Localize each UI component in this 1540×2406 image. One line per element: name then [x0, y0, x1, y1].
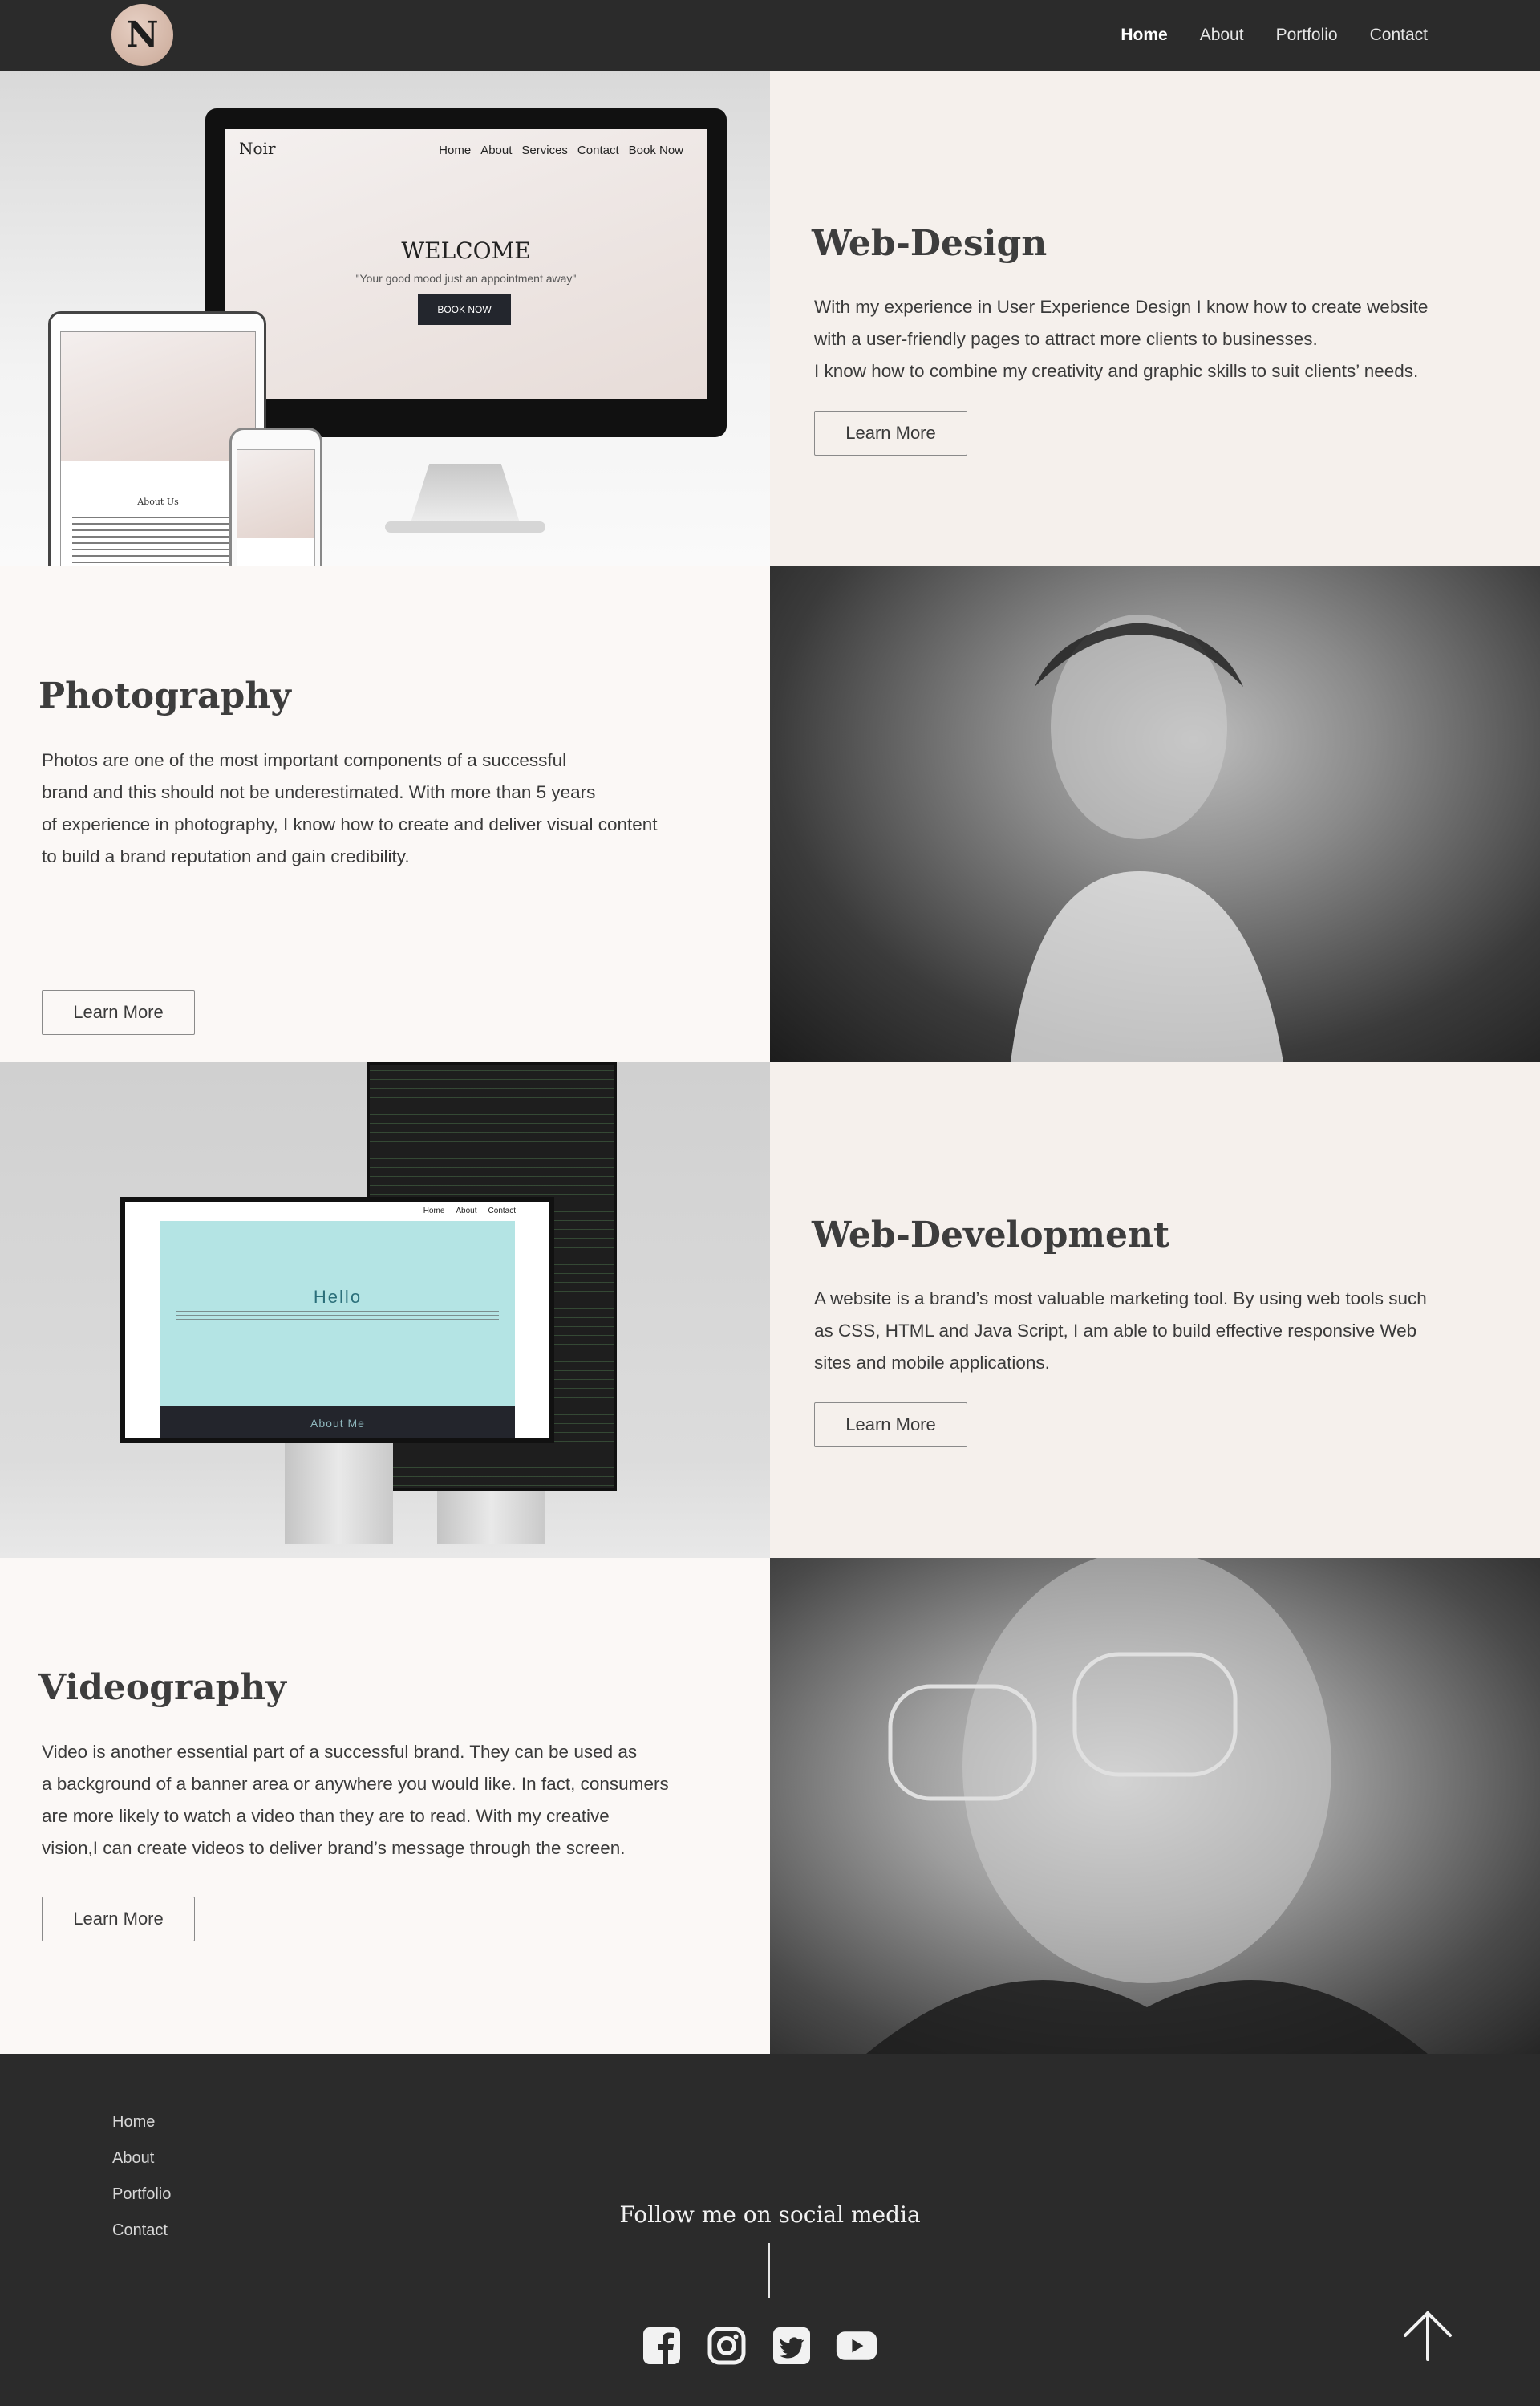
mockup-nav-item: Home	[439, 144, 472, 157]
mockup-nav-item: About	[480, 144, 513, 157]
nav-links: Home About Portfolio Contact	[1121, 0, 1428, 71]
mockup-about: About Me	[310, 1417, 365, 1430]
learn-more-button[interactable]: Learn More	[814, 1402, 967, 1447]
section-title: Web-Development	[812, 1215, 1170, 1256]
footer-about-link[interactable]: About	[112, 2148, 171, 2169]
follow-heading: Follow me on social media	[619, 2201, 921, 2228]
monitor-stand	[285, 1443, 393, 1544]
mockup-brand: Noir	[239, 139, 276, 158]
section-body: With my experience in User Experience De…	[814, 297, 1429, 381]
tablet-about: About Us	[137, 497, 179, 507]
facebook-icon[interactable]	[640, 2324, 683, 2367]
imac-stand	[409, 464, 521, 528]
section-title: Web-Design	[812, 223, 1048, 264]
portrait-photo-woman-headpiece	[770, 566, 1540, 1062]
logo-letter: N	[126, 14, 159, 55]
back-to-top-arrow-icon[interactable]	[1399, 2307, 1457, 2364]
mockup-nav-item: About	[456, 1207, 477, 1215]
mockup-hero: Hello	[160, 1221, 515, 1406]
imac-mockup: Noir Home About Services Contact Book No…	[205, 108, 727, 437]
mockup-welcome: WELCOME	[401, 237, 531, 264]
footer-home-link[interactable]: Home	[112, 2112, 171, 2132]
tablet-screen: About Us	[60, 331, 256, 566]
section-body: A website is a brand’s most valuable mar…	[814, 1288, 1427, 1373]
logo[interactable]: N	[111, 4, 173, 66]
social-icons	[640, 2324, 878, 2367]
videography-content: Videography Video is another essential p…	[0, 1558, 770, 2054]
front-monitor-screen: Home About Contact Hello About Me	[125, 1202, 549, 1438]
mockup-book-button: BOOK NOW	[418, 294, 511, 325]
youtube-icon[interactable]	[835, 2324, 878, 2367]
imac-base	[385, 521, 545, 533]
learn-more-button[interactable]: Learn More	[42, 990, 195, 1035]
videography-section: Videography Video is another essential p…	[0, 1558, 1540, 2054]
web-design-section: Noir Home About Services Contact Book No…	[0, 71, 1540, 566]
mockup-hello: Hello	[313, 1287, 363, 1307]
tablet-text-lines	[72, 517, 244, 566]
nav-contact-link[interactable]: Contact	[1370, 26, 1428, 45]
web-design-content: Web-Design With my experience in User Ex…	[770, 71, 1540, 566]
mockup-nav: Home About Services Contact Book Now	[439, 144, 683, 157]
mockup-about-strip: About Me	[160, 1406, 515, 1438]
portrait-silhouette	[1011, 615, 1283, 1062]
photography-section: Photography Photos are one of the most i…	[0, 566, 1540, 1062]
top-navbar: N Home About Portfolio Contact	[0, 0, 1540, 71]
section-title: Videography	[38, 1667, 286, 1708]
nav-about-link[interactable]: About	[1200, 26, 1244, 45]
mockup-nav-item: Book Now	[628, 144, 683, 157]
section-body: Photos are one of the most important com…	[42, 750, 658, 866]
imac-screen: Noir Home About Services Contact Book No…	[225, 129, 707, 399]
portrait-silhouette	[866, 1558, 1428, 2054]
dual-monitor-mockup-image: Home About Contact Hello About Me	[0, 1062, 770, 1558]
monitor-stand	[437, 1491, 545, 1544]
mockup-nav-item: Contact	[577, 144, 619, 157]
mockup-tagline: "Your good mood just an appointment away…	[355, 272, 577, 285]
learn-more-button[interactable]: Learn More	[814, 411, 967, 456]
nav-portfolio-link[interactable]: Portfolio	[1276, 26, 1338, 45]
web-development-content: Web-Development A website is a brand’s m…	[770, 1062, 1540, 1558]
mockup-nav: Home About Contact	[424, 1207, 516, 1215]
mockup-nav-item: Services	[521, 144, 568, 157]
devices-mockup-image: Noir Home About Services Contact Book No…	[0, 71, 770, 566]
tablet-hero	[61, 332, 255, 461]
phone-mockup	[229, 428, 322, 566]
photography-content: Photography Photos are one of the most i…	[0, 566, 770, 1062]
learn-more-button[interactable]: Learn More	[42, 1897, 195, 1941]
divider-line	[768, 2243, 770, 2298]
phone-hero	[237, 450, 314, 538]
web-development-section: Home About Contact Hello About Me Web-De…	[0, 1062, 1540, 1558]
instagram-icon[interactable]	[705, 2324, 748, 2367]
phone-screen	[237, 449, 315, 566]
section-title: Photography	[38, 676, 291, 716]
footer: Home About Portfolio Contact Follow me o…	[0, 2055, 1540, 2406]
twitter-icon[interactable]	[770, 2324, 813, 2367]
mockup-nav-item: Home	[423, 1207, 445, 1215]
mockup-text-lines	[176, 1311, 499, 1322]
front-monitor: Home About Contact Hello About Me	[120, 1197, 554, 1443]
mockup-nav-item: Contact	[488, 1207, 516, 1215]
section-body: Video is another essential part of a suc…	[42, 1742, 669, 1858]
nav-home-link[interactable]: Home	[1121, 26, 1167, 45]
portrait-photo-woman-glasses	[770, 1558, 1540, 2054]
